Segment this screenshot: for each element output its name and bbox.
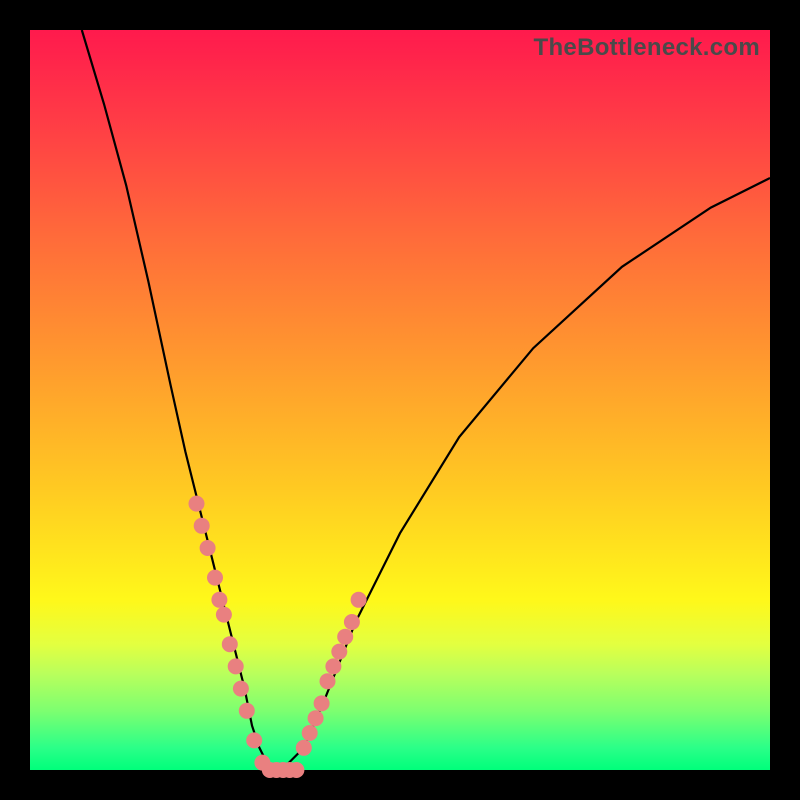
data-dot bbox=[308, 710, 324, 726]
bottleneck-curve bbox=[82, 30, 770, 770]
data-dot bbox=[320, 673, 336, 689]
chart-frame: TheBottleneck.com bbox=[0, 0, 800, 800]
data-dot bbox=[200, 540, 216, 556]
data-dot bbox=[344, 614, 360, 630]
data-dot bbox=[216, 607, 232, 623]
trough-dots bbox=[262, 762, 305, 778]
left-cluster-dots bbox=[189, 496, 271, 771]
data-dot bbox=[194, 518, 210, 534]
data-dot bbox=[331, 644, 347, 660]
chart-svg bbox=[30, 30, 770, 770]
data-dot bbox=[228, 658, 244, 674]
data-dot bbox=[302, 725, 318, 741]
data-dot bbox=[222, 636, 238, 652]
data-dot bbox=[239, 703, 255, 719]
data-dot bbox=[211, 592, 227, 608]
data-dot bbox=[314, 695, 330, 711]
data-dot bbox=[296, 740, 312, 756]
data-dot bbox=[246, 732, 262, 748]
data-dot bbox=[189, 496, 205, 512]
data-dot bbox=[288, 762, 304, 778]
data-dot bbox=[337, 629, 353, 645]
data-dot bbox=[233, 681, 249, 697]
data-dot bbox=[207, 570, 223, 586]
plot-area: TheBottleneck.com bbox=[30, 30, 770, 770]
right-cluster-dots bbox=[296, 592, 367, 756]
data-dot bbox=[351, 592, 367, 608]
data-dot bbox=[325, 658, 341, 674]
